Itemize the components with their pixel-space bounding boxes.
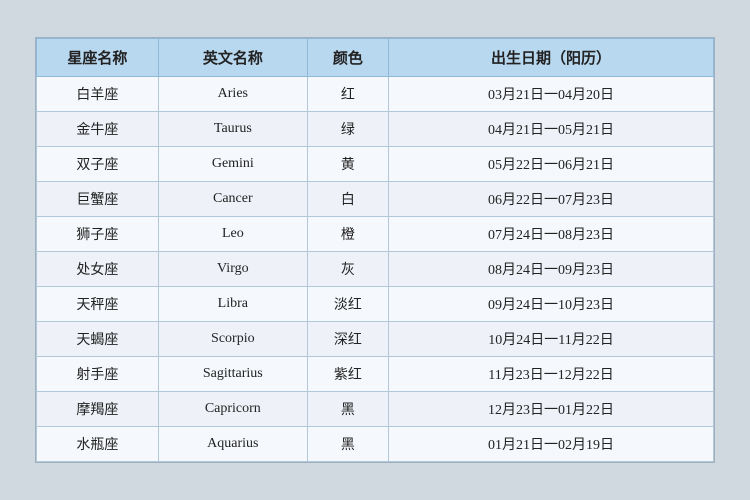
table-row: 天秤座Libra淡红09月24日一10月23日 [37,287,714,322]
cell-date: 08月24日一09月23日 [389,252,714,287]
table-row: 狮子座Leo橙07月24日一08月23日 [37,217,714,252]
cell-date: 12月23日一01月22日 [389,392,714,427]
table-header-row: 星座名称 英文名称 颜色 出生日期（阳历） [37,39,714,77]
cell-color: 灰 [307,252,388,287]
table-row: 金牛座Taurus绿04月21日一05月21日 [37,112,714,147]
table-body: 白羊座Aries红03月21日一04月20日金牛座Taurus绿04月21日一0… [37,77,714,462]
table-row: 双子座Gemini黄05月22日一06月21日 [37,147,714,182]
cell-color: 黑 [307,427,388,462]
cell-zh-name: 摩羯座 [37,392,159,427]
table-row: 天蝎座Scorpio深红10月24日一11月22日 [37,322,714,357]
cell-en-name: Aquarius [158,427,307,462]
cell-date: 09月24日一10月23日 [389,287,714,322]
cell-color: 白 [307,182,388,217]
cell-color: 紫红 [307,357,388,392]
cell-zh-name: 水瓶座 [37,427,159,462]
cell-date: 05月22日一06月21日 [389,147,714,182]
cell-en-name: Scorpio [158,322,307,357]
cell-date: 03月21日一04月20日 [389,77,714,112]
cell-date: 01月21日一02月19日 [389,427,714,462]
header-color: 颜色 [307,39,388,77]
cell-date: 07月24日一08月23日 [389,217,714,252]
table-row: 摩羯座Capricorn黑12月23日一01月22日 [37,392,714,427]
table-row: 水瓶座Aquarius黑01月21日一02月19日 [37,427,714,462]
cell-date: 10月24日一11月22日 [389,322,714,357]
header-zh-name: 星座名称 [37,39,159,77]
cell-color: 淡红 [307,287,388,322]
cell-date: 04月21日一05月21日 [389,112,714,147]
cell-en-name: Leo [158,217,307,252]
cell-color: 橙 [307,217,388,252]
cell-zh-name: 白羊座 [37,77,159,112]
cell-color: 红 [307,77,388,112]
cell-en-name: Gemini [158,147,307,182]
cell-en-name: Aries [158,77,307,112]
cell-zh-name: 巨蟹座 [37,182,159,217]
zodiac-table-container: 星座名称 英文名称 颜色 出生日期（阳历） 白羊座Aries红03月21日一04… [35,37,715,463]
cell-color: 黄 [307,147,388,182]
cell-en-name: Taurus [158,112,307,147]
cell-date: 06月22日一07月23日 [389,182,714,217]
cell-zh-name: 金牛座 [37,112,159,147]
table-row: 巨蟹座Cancer白06月22日一07月23日 [37,182,714,217]
table-row: 处女座Virgo灰08月24日一09月23日 [37,252,714,287]
cell-zh-name: 处女座 [37,252,159,287]
cell-en-name: Cancer [158,182,307,217]
cell-color: 深红 [307,322,388,357]
zodiac-table: 星座名称 英文名称 颜色 出生日期（阳历） 白羊座Aries红03月21日一04… [36,38,714,462]
cell-zh-name: 双子座 [37,147,159,182]
cell-color: 绿 [307,112,388,147]
cell-zh-name: 天秤座 [37,287,159,322]
cell-en-name: Capricorn [158,392,307,427]
cell-zh-name: 狮子座 [37,217,159,252]
cell-color: 黑 [307,392,388,427]
cell-en-name: Virgo [158,252,307,287]
cell-en-name: Sagittarius [158,357,307,392]
header-en-name: 英文名称 [158,39,307,77]
table-row: 白羊座Aries红03月21日一04月20日 [37,77,714,112]
cell-date: 11月23日一12月22日 [389,357,714,392]
cell-zh-name: 天蝎座 [37,322,159,357]
cell-zh-name: 射手座 [37,357,159,392]
table-row: 射手座Sagittarius紫红11月23日一12月22日 [37,357,714,392]
header-date: 出生日期（阳历） [389,39,714,77]
cell-en-name: Libra [158,287,307,322]
